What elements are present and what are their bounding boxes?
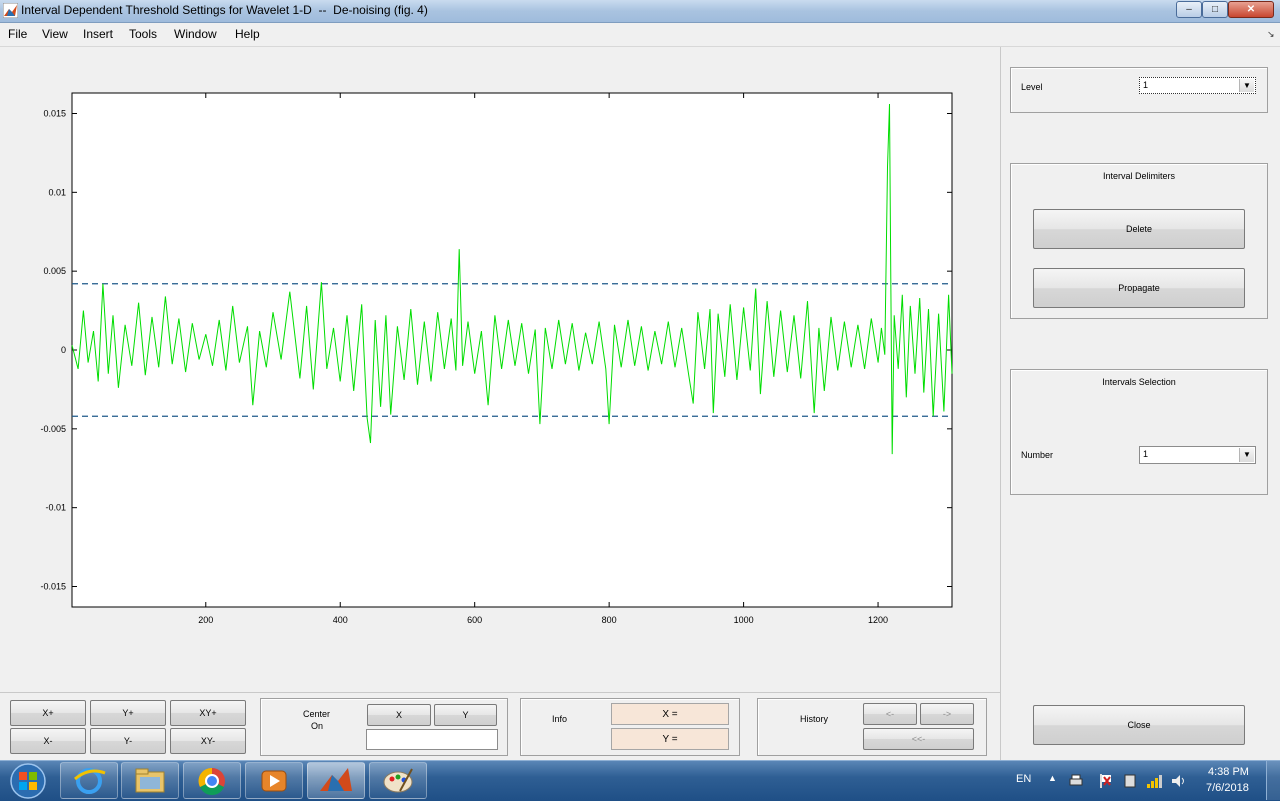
figure-area: 0.015 0.01 0.005 0 -0.005 -0.01 -0.015 200 400 6…: [0, 47, 1000, 760]
info-x-field: X =: [611, 703, 729, 725]
paint-icon: [383, 768, 413, 793]
windows-start-icon[interactable]: [6, 763, 50, 799]
plot-axes[interactable]: 0.015 0.01 0.005 0 -0.005 -0.01 -0.015 200 400 6…: [0, 47, 1000, 692]
x-tick-label: 600: [467, 615, 482, 625]
action-center-flag-icon[interactable]: [1098, 773, 1114, 789]
menu-file[interactable]: File: [8, 27, 27, 41]
zoom-y-plus-button[interactable]: Y+: [90, 700, 166, 726]
number-label: Number: [1021, 450, 1054, 460]
history-forward-button[interactable]: ->: [920, 703, 974, 725]
taskbar-media[interactable]: [245, 762, 303, 799]
history-panel: History <- -> <<-: [757, 698, 987, 756]
taskbar-explorer[interactable]: [121, 762, 179, 799]
plot-background: [71, 92, 953, 608]
matlab-icon: [320, 768, 352, 791]
y-tick-label: 0.005: [43, 266, 66, 276]
network-icon[interactable]: [1146, 773, 1164, 789]
x-tick-label: 800: [602, 615, 617, 625]
center-value-input[interactable]: [366, 729, 498, 750]
info-label: Info: [552, 714, 568, 724]
taskbar-chrome[interactable]: [183, 762, 241, 799]
y-tick-label: -0.015: [40, 582, 66, 592]
window-title: Interval Dependent Threshold Settings fo…: [21, 3, 428, 17]
zoom-xy-plus-button[interactable]: XY+: [170, 700, 246, 726]
number-value: 1: [1143, 449, 1149, 459]
y-tick-label: -0.01: [45, 503, 66, 513]
interval-delimiters-panel: Interval Delimiters Delete Propagate: [1010, 163, 1268, 319]
zoom-x-minus-button[interactable]: X-: [10, 728, 86, 754]
menu-help[interactable]: Help: [235, 27, 260, 41]
taskbar-ie[interactable]: [60, 762, 118, 799]
info-y-field: Y =: [611, 728, 729, 750]
matlab-icon: [3, 3, 18, 18]
menu-bar: File View Insert Tools Window Help ↘: [0, 23, 1280, 47]
menu-insert[interactable]: Insert: [83, 27, 113, 41]
x-tick-label: 1000: [734, 615, 754, 625]
x-tick-label: 200: [198, 615, 213, 625]
volume-icon[interactable]: [1170, 773, 1188, 789]
printer-icon[interactable]: [1068, 773, 1084, 789]
device-icon[interactable]: [1122, 773, 1138, 789]
zoom-y-minus-button[interactable]: Y-: [90, 728, 166, 754]
menu-tools[interactable]: Tools: [129, 27, 157, 41]
y-tick-label: -0.005: [40, 424, 66, 434]
file-explorer-icon: [135, 768, 165, 793]
history-back-button[interactable]: <-: [863, 703, 917, 725]
level-select[interactable]: 1 ▼: [1139, 77, 1256, 94]
interval-delimiters-title: Interval Delimiters: [1102, 171, 1176, 181]
internet-explorer-icon: [74, 768, 106, 794]
center-on-label-1: Center: [303, 709, 331, 719]
chevron-down-icon: ▼: [1239, 448, 1254, 462]
intervals-selection-title: Intervals Selection: [1102, 377, 1176, 387]
propagate-button[interactable]: Propagate: [1033, 268, 1245, 308]
maximize-button[interactable]: □: [1202, 1, 1228, 18]
delete-button[interactable]: Delete: [1033, 209, 1245, 249]
x-tick-label: 1200: [868, 615, 888, 625]
window-titlebar[interactable]: Interval Dependent Threshold Settings fo…: [0, 0, 1280, 23]
taskbar-matlab[interactable]: [307, 762, 365, 799]
menu-view[interactable]: View: [42, 27, 68, 41]
zoom-xy-minus-button[interactable]: XY-: [170, 728, 246, 754]
history-first-button[interactable]: <<-: [863, 728, 974, 750]
center-on-label-2: On: [311, 721, 324, 731]
center-y-button[interactable]: Y: [434, 704, 497, 726]
show-desktop-button[interactable]: [1266, 761, 1280, 800]
info-panel: Info X = Y =: [520, 698, 740, 756]
minimize-button[interactable]: –: [1176, 1, 1202, 18]
language-indicator[interactable]: EN: [1016, 773, 1031, 785]
show-hidden-icons-icon[interactable]: ▲: [1048, 773, 1057, 783]
number-select[interactable]: 1 ▼: [1139, 446, 1256, 464]
y-tick-label: 0.015: [43, 108, 66, 118]
close-button[interactable]: Close: [1033, 705, 1245, 745]
chrome-icon: [198, 767, 225, 795]
chevron-down-icon: ▼: [1239, 79, 1254, 92]
menu-window[interactable]: Window: [174, 27, 217, 41]
x-tick-label: 400: [333, 615, 348, 625]
y-tick-label: 0: [61, 345, 66, 355]
taskbar: EN ▲ 4:38 PM 7/6/2018: [0, 760, 1280, 801]
panel-divider: [1000, 47, 1001, 760]
level-panel: Level 1 ▼: [1010, 67, 1268, 113]
y-tick-label: 0.01: [48, 187, 66, 197]
taskbar-paint[interactable]: [369, 762, 427, 799]
center-on-panel: Center On X Y: [260, 698, 508, 756]
toolbar-divider: [0, 692, 1000, 693]
clock-time[interactable]: 4:38 PM: [1208, 766, 1249, 778]
media-player-icon: [261, 770, 287, 792]
clock-date[interactable]: 7/6/2018: [1206, 782, 1249, 794]
close-window-button[interactable]: ✕: [1228, 1, 1274, 18]
zoom-x-plus-button[interactable]: X+: [10, 700, 86, 726]
level-value: 1: [1143, 80, 1149, 90]
dock-arrow-icon[interactable]: ↘: [1267, 29, 1275, 40]
center-x-button[interactable]: X: [367, 704, 431, 726]
intervals-selection-panel: Intervals Selection Number 1 ▼: [1010, 369, 1268, 495]
history-label: History: [800, 714, 829, 724]
level-label: Level: [1021, 82, 1043, 92]
